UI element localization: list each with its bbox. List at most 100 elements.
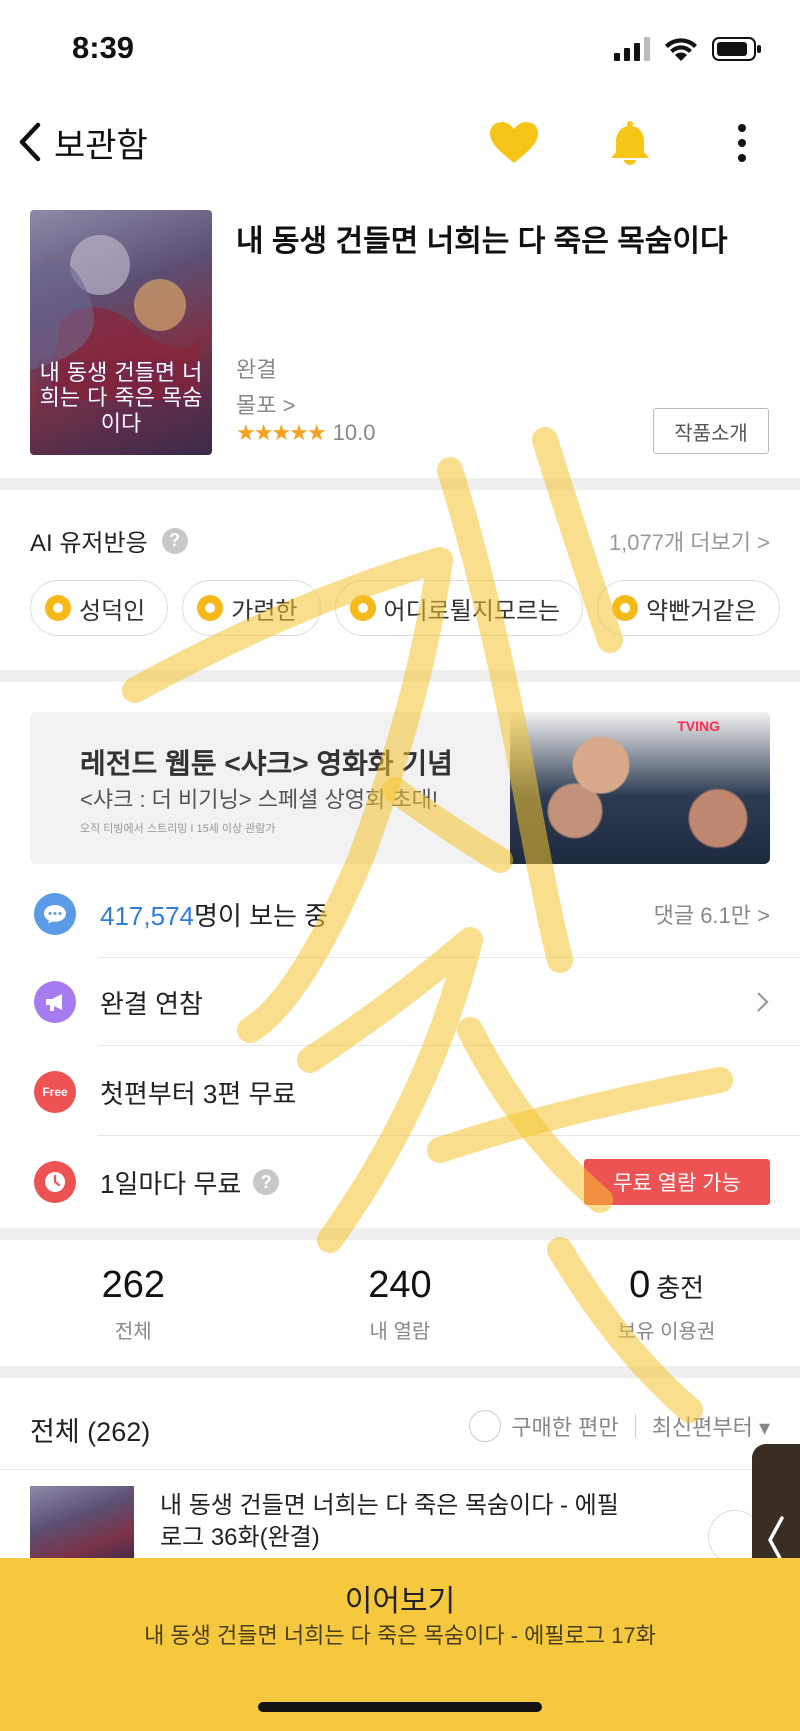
banner-brand: TVING <box>677 718 720 734</box>
stat-total: 262 전체 <box>0 1248 267 1358</box>
free-first-row: Free 첫편부터 3편 무료 <box>0 1048 800 1136</box>
ai-reactions-header: AI 유저반응 ? <box>30 523 188 558</box>
reaction-chip[interactable]: 약빤거같은 <box>597 580 780 636</box>
promo-banner[interactable]: 레전드 웹툰 <샤크> 영화화 기념 <샤크 : 더 비기닝> 스페셜 상영회 … <box>30 712 770 864</box>
banner-title: 레전드 웹툰 <샤크> 영화화 기념 <box>80 748 453 779</box>
sort-dropdown[interactable]: 최신편부터 ▾ <box>652 1410 770 1442</box>
list-filters: 구매한 편만 최신편부터 ▾ <box>469 1410 770 1442</box>
work-title: 내 동생 건들면 너희는 다 죽은 목숨이다 <box>236 225 728 258</box>
viewers-row[interactable]: 417,574명이 보는 중 댓글 6.1만 > <box>0 870 800 958</box>
episode-title: 내 동생 건들면 너희는 다 죽은 목숨이다 - 에필로그 36화(완결) <box>160 1492 619 1552</box>
continue-subtitle: 내 동생 건들면 너희는 다 죽은 목숨이다 - 에필로그 17화 <box>144 1623 656 1648</box>
status-time: 8:39 <box>72 30 135 65</box>
reaction-chip[interactable]: 가련한 <box>182 580 321 636</box>
battery-icon <box>712 37 761 61</box>
author-link[interactable]: 몰포 > <box>236 388 295 420</box>
bell-icon <box>611 121 649 165</box>
free-first-text: 첫편부터 3편 무료 <box>100 1078 297 1109</box>
row-divider <box>98 1045 800 1046</box>
more-menu-button[interactable] <box>717 118 767 168</box>
episode-count-title: 전체 (262) <box>30 1417 151 1447</box>
daily-free-label: 1일마다 무료 <box>100 1168 242 1199</box>
purchased-only-label[interactable]: 구매한 편만 <box>511 1410 618 1442</box>
row-divider <box>98 1135 800 1136</box>
banner-subtitle: <샤크 : 더 비기닝> 스페셜 상영회 초대! <box>80 787 438 812</box>
section-divider <box>0 1366 800 1378</box>
stat-label: 보유 이용권 <box>617 1321 716 1343</box>
reaction-chip-label: 어디로튈지모르는 <box>383 597 561 625</box>
banner-artwork <box>510 712 770 864</box>
free-icon: Free <box>34 1071 76 1113</box>
megaphone-icon <box>34 981 76 1023</box>
home-indicator <box>258 1702 542 1712</box>
stat-value: 0 <box>629 1264 651 1306</box>
back-chevron-icon <box>19 122 41 162</box>
reaction-dot-icon <box>612 595 639 621</box>
status-bar: 8:39 <box>0 0 800 100</box>
more-vertical-icon <box>738 124 746 162</box>
chat-bubble-icon <box>34 893 76 935</box>
chevron-right-icon[interactable] <box>756 991 770 1013</box>
viewers-suffix: 명이 보는 중 <box>193 900 329 931</box>
daily-free-row: 1일마다 무료 ? 무료 열람 가능 <box>0 1138 800 1226</box>
rating-score: 10.0 <box>332 420 376 445</box>
continue-reading-bar[interactable]: 이어보기 내 동생 건들면 너희는 다 죽은 목숨이다 - 에필로그 17화 <box>0 1558 800 1731</box>
section-divider <box>0 478 800 490</box>
reaction-dot-icon <box>197 595 224 621</box>
work-header: 내 동생 건들면 너희는 다 죽은 목숨이다 내 동생 건들면 너희는 다 죽은… <box>0 200 800 470</box>
comments-link[interactable]: 댓글 6.1만 > <box>654 898 770 930</box>
charge-link[interactable]: 충전 <box>656 1273 704 1303</box>
status-icons <box>614 36 762 62</box>
back-label: 보관함 <box>54 126 148 165</box>
reaction-chip[interactable]: 성덕인 <box>30 580 169 636</box>
viewers-count: 417,574 <box>100 900 194 931</box>
reaction-dot-icon <box>349 595 376 621</box>
back-button[interactable]: 보관함 <box>16 118 166 166</box>
signal-icon <box>614 37 650 61</box>
like-button[interactable] <box>489 118 539 168</box>
viewers-text: 417,574명이 보는 중 <box>100 896 328 933</box>
cover-image[interactable]: 내 동생 건들면 너희는 다 죽은 목숨이다 <box>30 210 212 455</box>
stat-value: 262 <box>101 1264 166 1306</box>
help-icon[interactable]: ? <box>253 1169 280 1195</box>
reaction-dot-icon <box>45 595 71 621</box>
reaction-chip-label: 성덕인 <box>79 597 146 625</box>
notification-button[interactable] <box>605 118 655 168</box>
rating-stars-icon: ★★★★★ <box>236 420 327 445</box>
filter-separator <box>634 1414 636 1438</box>
section-divider <box>0 1228 800 1240</box>
nav-bar: 보관함 <box>0 110 800 174</box>
ai-reactions-title: AI 유저반응 <box>30 530 148 557</box>
episode-list-header: 전체 (262) 구매한 편만 최신편부터 ▾ <box>0 1390 800 1470</box>
clock-icon <box>34 1161 76 1203</box>
free-view-button[interactable]: 무료 열람 가능 <box>584 1159 770 1205</box>
ai-reactions-more-link[interactable]: 1,077개 더보기 > <box>609 525 770 557</box>
continue-title: 이어보기 <box>344 1585 456 1618</box>
wifi-icon <box>665 38 697 61</box>
rating: ★★★★★ 10.0 <box>236 420 375 446</box>
work-intro-button[interactable]: 작품소개 <box>653 408 769 454</box>
help-icon[interactable]: ? <box>161 527 188 554</box>
reaction-chip-label: 약빤거같은 <box>646 597 757 625</box>
reaction-chip-label: 가련한 <box>231 597 298 625</box>
purchased-only-radio[interactable] <box>469 1410 502 1442</box>
cover-title: 내 동생 건들면 너희는 다 죽은 목숨이다 <box>39 361 203 437</box>
stat-value: 240 <box>368 1264 432 1306</box>
stat-label: 내 열람 <box>369 1321 431 1343</box>
participation-row[interactable]: 완결 연참 <box>0 958 800 1046</box>
stat-label: 전체 <box>114 1321 152 1343</box>
reaction-chip[interactable]: 어디로튈지모르는 <box>334 580 584 636</box>
participation-text: 완결 연참 <box>100 988 203 1019</box>
heart-icon <box>490 122 538 163</box>
episode-list-item[interactable]: 내 동생 건들면 너희는 다 죽은 목숨이다 - 에필로그 36화(완결) <box>0 1470 800 1566</box>
stat-viewed: 240 내 열람 <box>267 1248 534 1358</box>
ai-reaction-chips: 성덕인 가련한 어디로튈지모르는 약빤거같은 <box>30 580 780 636</box>
episode-thumbnail <box>30 1486 134 1566</box>
ai-reactions-section: AI 유저반응 ? 1,077개 더보기 > 성덕인 가련한 어디로튈지모르는 … <box>0 505 800 665</box>
daily-free-text: 1일마다 무료 ? <box>100 1164 280 1201</box>
section-divider <box>0 670 800 682</box>
stats-row: 262 전체 240 내 열람 0 충전 보유 이용권 <box>0 1248 800 1358</box>
work-status: 완결 <box>236 357 277 382</box>
stat-tickets[interactable]: 0 충전 보유 이용권 <box>533 1248 800 1358</box>
banner-note: 오직 티빙에서 스트리밍 I 15세 이상 관람가 <box>80 823 276 835</box>
